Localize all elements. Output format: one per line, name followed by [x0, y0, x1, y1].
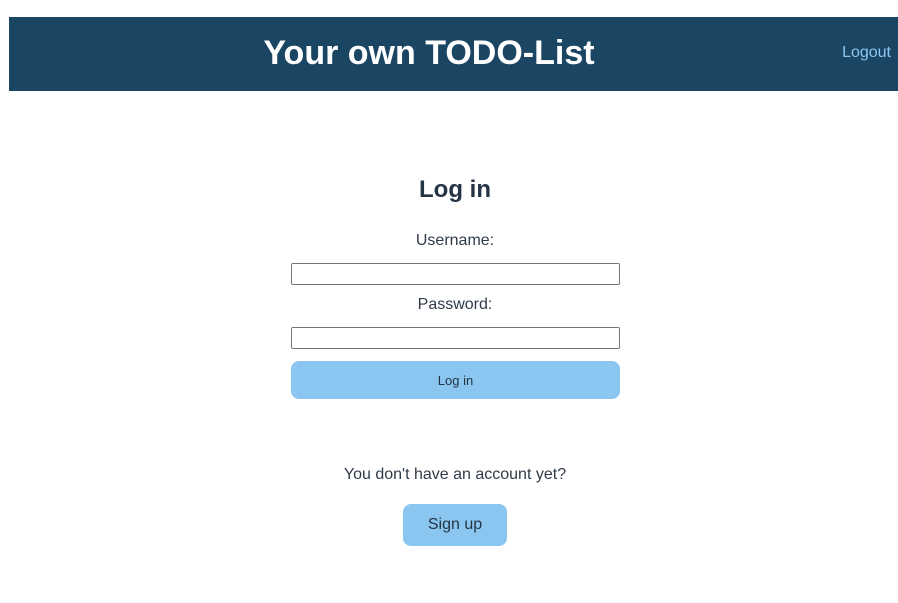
login-heading: Log in: [419, 176, 491, 203]
login-button[interactable]: Log in: [291, 361, 620, 399]
app-header: Your own TODO-List Logout: [9, 17, 898, 91]
username-input[interactable]: [291, 263, 620, 285]
logout-link[interactable]: Logout: [842, 17, 891, 91]
signup-button[interactable]: Sign up: [403, 504, 507, 546]
username-label: Username:: [415, 232, 495, 249]
password-label: Password:: [417, 296, 493, 313]
signup-prompt: You don't have an account yet?: [343, 466, 567, 483]
password-input[interactable]: [291, 327, 620, 349]
page: Your own TODO-List Logout Log in Usernam…: [0, 0, 898, 603]
app-title: Your own TODO-List: [263, 34, 595, 72]
